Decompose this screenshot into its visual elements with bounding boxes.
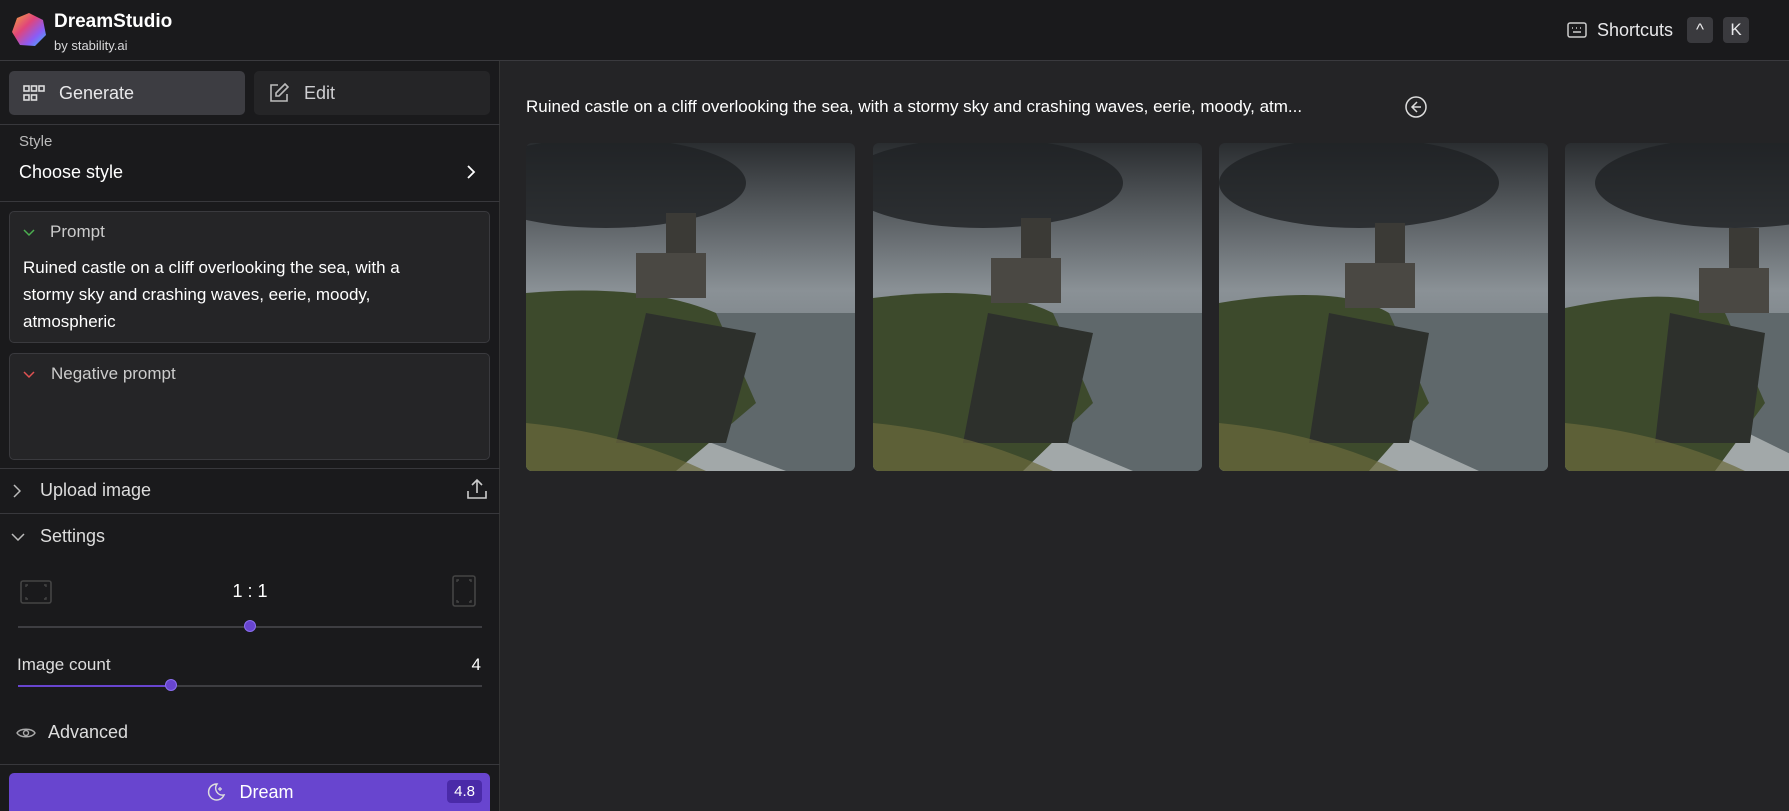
edit-icon bbox=[270, 82, 290, 102]
advanced-label: Advanced bbox=[48, 722, 129, 742]
prompt-input[interactable]: Ruined castle on a cliff overlooking the… bbox=[23, 254, 443, 335]
slider-thumb[interactable] bbox=[244, 620, 256, 632]
tab-edit-label: Edit bbox=[304, 82, 336, 103]
aspect-ratio-slider[interactable] bbox=[18, 620, 482, 632]
chevron-right-icon bbox=[467, 165, 476, 179]
tab-generate[interactable]: Generate bbox=[9, 71, 245, 115]
portrait-aspect-icon[interactable] bbox=[452, 575, 476, 607]
prompt-label: Prompt bbox=[50, 222, 105, 241]
style-selector[interactable]: Style Choose style bbox=[0, 125, 500, 201]
dream-button[interactable]: Dream 4.8 bbox=[9, 773, 490, 811]
slider-fill bbox=[18, 685, 172, 687]
castle-artwork bbox=[526, 143, 855, 471]
divider bbox=[0, 201, 500, 202]
shortcuts-label: Shortcuts bbox=[1596, 19, 1673, 40]
moon-stars-icon bbox=[208, 783, 226, 801]
eye-icon bbox=[16, 728, 36, 738]
keyboard-icon bbox=[1567, 22, 1587, 38]
top-header: DreamStudio by stability.ai Shortcuts ^ … bbox=[0, 0, 1789, 61]
brand-byline: by stability.ai bbox=[54, 38, 128, 53]
prompt-box[interactable]: Prompt Ruined castle on a cliff overlook… bbox=[9, 211, 490, 343]
shortcuts-button[interactable]: Shortcuts ^ K bbox=[1567, 17, 1749, 43]
negative-prompt-box[interactable]: Negative prompt bbox=[9, 353, 490, 460]
upload-image-row[interactable]: Upload image bbox=[0, 469, 500, 513]
tab-generate-label: Generate bbox=[59, 82, 135, 103]
style-value: Choose style bbox=[19, 162, 124, 182]
aspect-ratio-value: 1 : 1 bbox=[232, 581, 268, 601]
key-k: K bbox=[1723, 17, 1749, 43]
credit-cost-badge: 4.8 bbox=[447, 780, 482, 803]
advanced-toggle[interactable]: Advanced bbox=[0, 716, 500, 750]
tab-edit[interactable]: Edit bbox=[254, 71, 490, 115]
castle-image-1[interactable] bbox=[526, 143, 855, 471]
dreamstudio-logo bbox=[12, 13, 46, 46]
negative-prompt-label: Negative prompt bbox=[51, 364, 176, 383]
upload-icon[interactable] bbox=[466, 478, 488, 500]
brand-name: DreamStudio bbox=[54, 11, 173, 32]
castle-image-3[interactable] bbox=[1219, 143, 1548, 471]
slider-thumb[interactable] bbox=[165, 679, 178, 691]
dream-label: Dream bbox=[239, 781, 294, 802]
chevron-down-icon bbox=[23, 229, 35, 237]
settings-label: Settings bbox=[40, 526, 106, 546]
castle-artwork bbox=[1565, 143, 1789, 471]
image-count-label: Image count bbox=[17, 655, 111, 674]
castle-artwork bbox=[1219, 143, 1548, 471]
castle-image-4[interactable] bbox=[1565, 143, 1789, 471]
upload-image-label: Upload image bbox=[40, 480, 152, 500]
chevron-down-icon bbox=[23, 371, 35, 379]
chevron-right-icon bbox=[13, 484, 21, 498]
image-count-value: 4 bbox=[471, 655, 481, 674]
grid-icon bbox=[23, 85, 45, 101]
castle-artwork bbox=[873, 143, 1202, 471]
settings-header[interactable]: Settings bbox=[0, 514, 500, 558]
generation-prompt-title: Ruined castle on a cliff overlooking the… bbox=[526, 97, 1303, 116]
key-ctrl: ^ bbox=[1687, 17, 1713, 43]
style-label: Style bbox=[19, 133, 53, 150]
image-count-slider[interactable] bbox=[18, 679, 482, 691]
chevron-down-icon bbox=[11, 533, 25, 541]
reuse-prompt-back-icon[interactable] bbox=[1405, 96, 1427, 118]
sidebar: Generate Edit Style Choose style Prompt … bbox=[0, 61, 500, 811]
divider bbox=[0, 764, 500, 765]
castle-image-2[interactable] bbox=[873, 143, 1202, 471]
negative-prompt-input[interactable] bbox=[23, 396, 473, 446]
